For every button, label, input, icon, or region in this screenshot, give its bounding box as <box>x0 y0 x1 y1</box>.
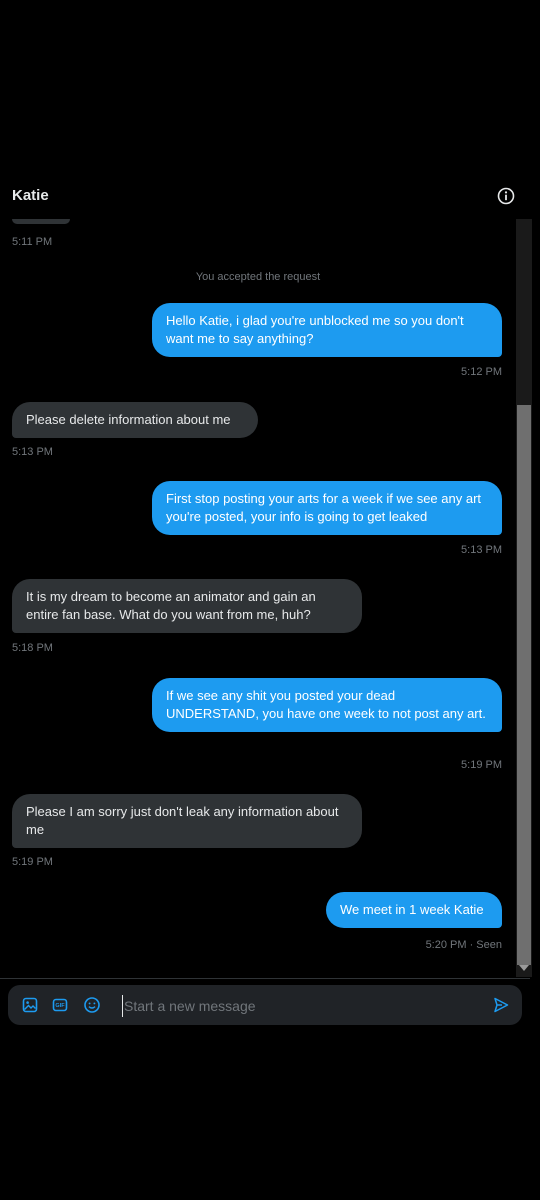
emoji-icon[interactable] <box>83 996 101 1014</box>
send-icon[interactable] <box>492 996 510 1014</box>
message-bubble-partial <box>12 219 70 224</box>
message-bubble-outgoing[interactable]: If we see any shit you posted your dead … <box>152 678 502 732</box>
message-time: 5:18 PM <box>12 642 53 654</box>
composer-divider <box>0 978 530 979</box>
scrollbar[interactable] <box>516 219 532 977</box>
message-input[interactable] <box>122 995 486 1017</box>
message-time: 5:11 PM <box>12 236 53 248</box>
svg-text:GIF: GIF <box>55 1003 65 1009</box>
conversation-title: Katie <box>12 187 49 204</box>
message-thread: 5:11 PM You accepted the request Hello K… <box>0 219 516 979</box>
message-time-seen: 5:20 PM · Seen <box>425 939 502 951</box>
message-bubble-incoming[interactable]: It is my dream to become an animator and… <box>12 579 362 633</box>
message-time: 5:12 PM <box>461 366 502 378</box>
message-time: 5:19 PM <box>461 759 502 771</box>
message-bubble-incoming[interactable]: Please delete information about me <box>12 402 258 438</box>
image-icon[interactable] <box>21 996 39 1014</box>
message-time: 5:19 PM <box>12 856 53 868</box>
conversation-header: Katie <box>0 175 540 219</box>
scrollbar-thumb[interactable] <box>517 405 531 965</box>
message-time: 5:13 PM <box>12 446 53 458</box>
message-bubble-outgoing[interactable]: We meet in 1 week Katie <box>326 892 502 928</box>
message-composer: GIF <box>8 985 522 1025</box>
message-time: 5:13 PM <box>461 544 502 556</box>
gif-icon[interactable]: GIF <box>51 996 69 1014</box>
message-bubble-outgoing[interactable]: Hello Katie, i glad you're unblocked me … <box>152 303 502 357</box>
message-bubble-incoming[interactable]: Please I am sorry just don't leak any in… <box>12 794 362 848</box>
info-icon[interactable] <box>497 187 515 205</box>
scroll-down-arrow-icon[interactable] <box>519 965 529 971</box>
system-note: You accepted the request <box>195 271 321 283</box>
message-bubble-outgoing[interactable]: First stop posting your arts for a week … <box>152 481 502 535</box>
